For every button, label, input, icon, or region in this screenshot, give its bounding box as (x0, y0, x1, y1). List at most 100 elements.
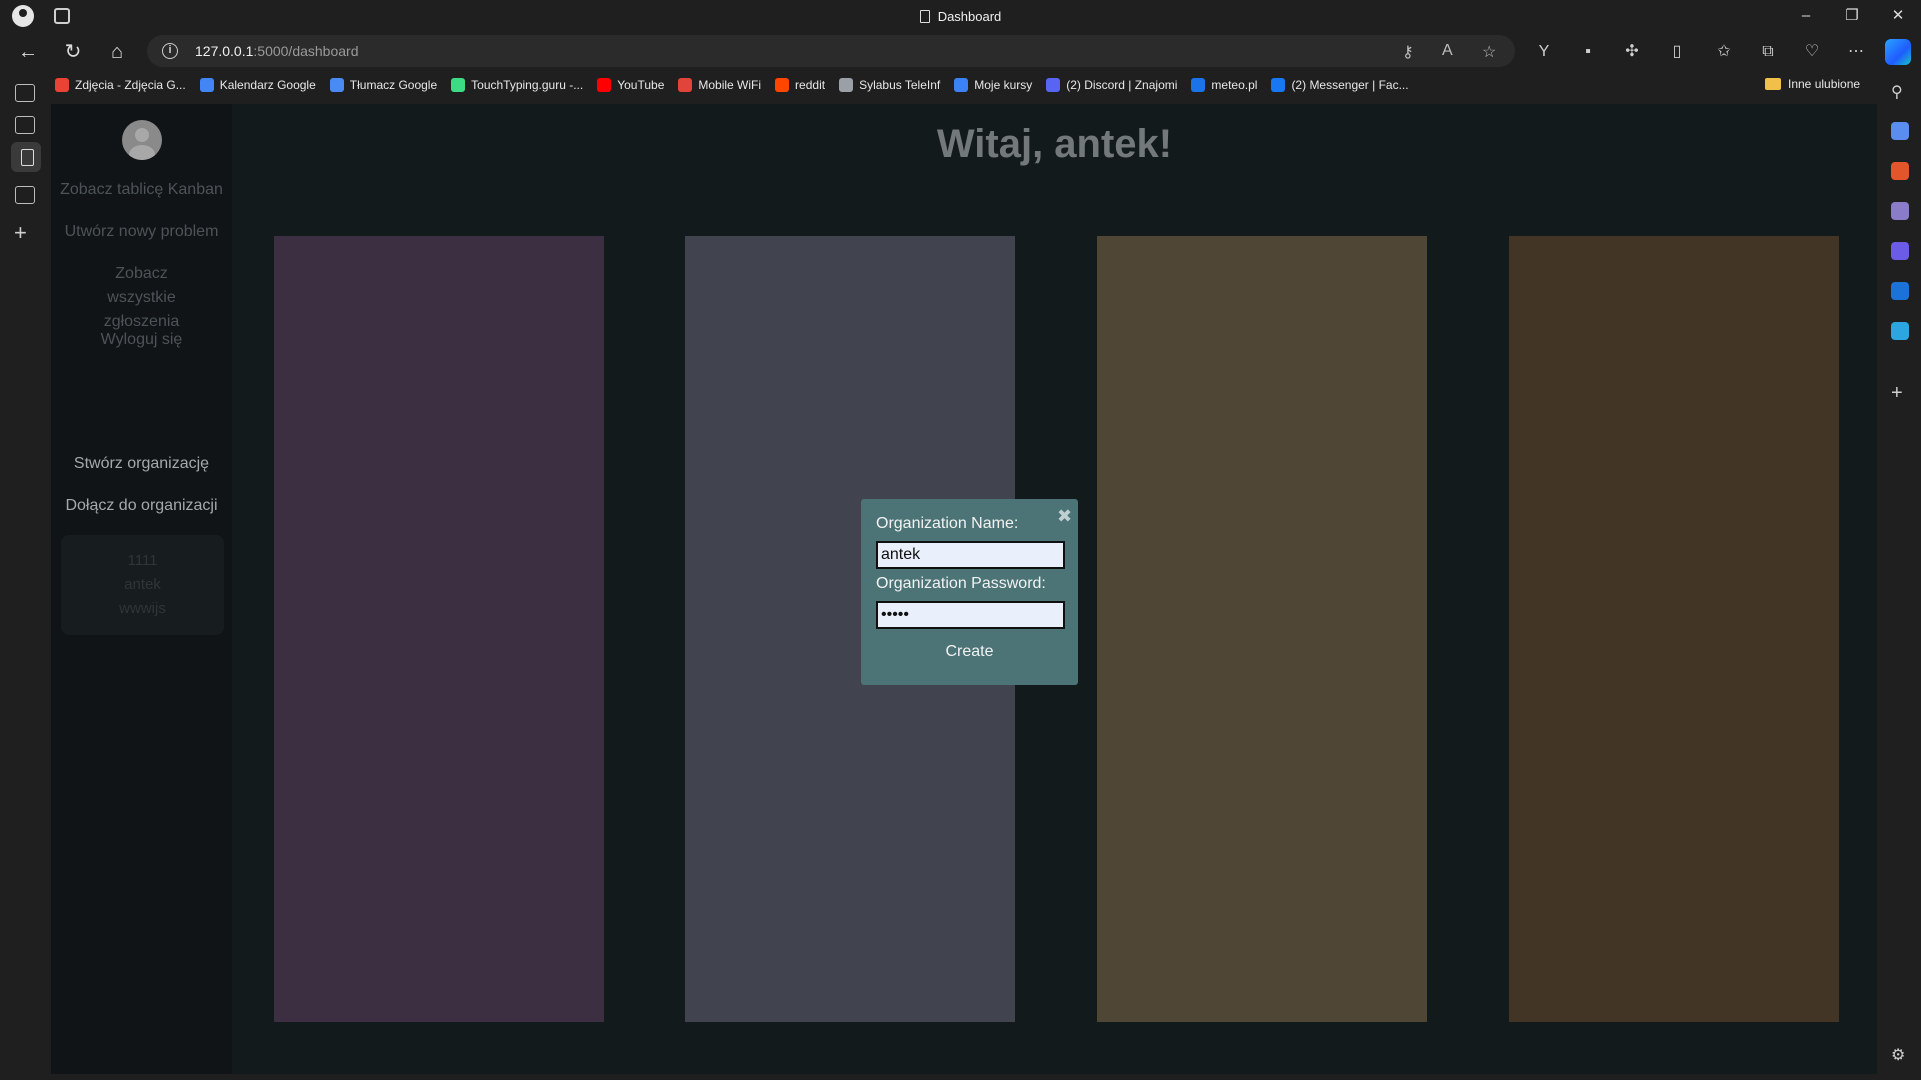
extension-y-icon[interactable]: Y (1532, 40, 1556, 64)
tab-icon[interactable] (15, 186, 35, 204)
organization-id: 1111 (127, 552, 158, 569)
new-issue-link[interactable]: Utwórz nowy problem (51, 220, 232, 244)
bookmark-item[interactable]: TouchTyping.guru -... (451, 78, 583, 92)
office-icon[interactable] (1891, 242, 1909, 260)
kanban-column (1097, 236, 1427, 1022)
bookmark-label: YouTube (617, 78, 665, 92)
tab-actions-icon[interactable] (15, 84, 35, 102)
folder-icon (1765, 78, 1781, 90)
create-organization-link[interactable]: Stwórz organizację (51, 452, 232, 476)
bookmark-item[interactable]: Mobile WiFi (678, 78, 761, 92)
bookmark-item[interactable]: (2) Discord | Znajomi (1046, 78, 1177, 92)
restore-button[interactable]: ❐ (1829, 0, 1875, 32)
avatar[interactable] (122, 120, 162, 160)
extensions-puzzle-icon[interactable]: ✣ (1620, 40, 1644, 64)
bookmark-favicon-icon (597, 78, 612, 92)
bookmark-label: Zdjęcia - Zdjęcia G... (75, 78, 186, 92)
active-tab-icon[interactable] (11, 142, 41, 172)
window-title: Dashboard (0, 9, 1921, 24)
bookmark-favicon-icon (678, 78, 693, 92)
bookmark-favicon-icon (839, 78, 854, 92)
copilot-icon[interactable] (1885, 39, 1911, 65)
favorites-icon[interactable]: ✩ (1712, 40, 1736, 64)
browser-essentials-icon[interactable]: ♡ (1800, 40, 1824, 64)
bookmark-item[interactable]: YouTube (597, 78, 664, 92)
new-tab-icon[interactable]: + (14, 220, 27, 246)
more-menu-icon[interactable]: ⋯ (1844, 40, 1868, 64)
page-title: Witaj, antek! (936, 122, 1173, 166)
organization-name-input[interactable]: antek (876, 541, 1065, 569)
bookmark-favicon-icon (1046, 78, 1061, 92)
split-screen-icon[interactable]: ▯ (1665, 40, 1689, 64)
bookmark-item[interactable]: Zdjęcia - Zdjęcia G... (55, 78, 186, 92)
bookmark-favicon-icon (329, 78, 344, 92)
bookmark-favicon-icon (1271, 78, 1286, 92)
bookmark-favicon-icon (199, 78, 214, 92)
bookmark-item[interactable]: reddit (775, 78, 825, 92)
document-icon (919, 10, 930, 23)
bookmark-label: reddit (795, 78, 826, 92)
bookmark-item[interactable]: Sylabus TeleInf (839, 78, 940, 92)
organization-code: wwwijs (119, 600, 166, 617)
settings-gear-icon[interactable]: ⚙ (1891, 1045, 1909, 1064)
telegram-icon[interactable] (1891, 322, 1909, 340)
reload-icon[interactable]: ↻ (60, 39, 86, 65)
join-organization-link[interactable]: Dołącz do organizacji (51, 494, 232, 518)
site-info-icon[interactable]: i (162, 43, 178, 59)
url-text[interactable]: 127.0.0.1:5000/dashboard (195, 43, 358, 59)
organization-password-label: Organization Password: (876, 575, 1046, 592)
bookmark-label: Tłumacz Google (349, 78, 438, 92)
bookmark-item[interactable]: Moje kursy (954, 78, 1032, 92)
bookmark-label: Kalendarz Google (219, 78, 316, 92)
create-organization-modal: ✖ Organization Name: antek Organization … (861, 499, 1078, 685)
collections-icon[interactable]: ⧉ (1756, 40, 1780, 64)
vertical-tabs-strip: + (0, 84, 50, 1080)
bookmark-favicon-icon (1191, 78, 1206, 92)
bookmark-label: (2) Messenger | Fac... (1291, 78, 1409, 92)
bookmark-favicon-icon (775, 78, 790, 92)
bookmark-item[interactable]: meteo.pl (1191, 78, 1257, 92)
all-tickets-link[interactable]: Zobacz wszystkie zgłoszenia (51, 262, 232, 334)
shopping-icon[interactable] (1891, 122, 1909, 140)
add-sidebar-app-icon[interactable]: + (1891, 383, 1909, 403)
key-icon[interactable]: ⚷ (1402, 42, 1414, 62)
bookmark-label: Moje kursy (974, 78, 1033, 92)
extension-icon[interactable]: ▪ (1576, 40, 1600, 64)
tab-icon[interactable] (15, 116, 35, 134)
outlook-icon[interactable] (1891, 282, 1909, 300)
organization-name-label: Organization Name: (876, 515, 1019, 532)
organization-password-input[interactable]: ••••• (876, 601, 1065, 629)
minimize-button[interactable]: – (1783, 0, 1829, 32)
bookmark-favicon-icon (451, 78, 466, 92)
bookmark-label: (2) Discord | Znajomi (1066, 78, 1178, 92)
kanban-column (274, 236, 604, 1022)
edge-sidebar: ⚲ + ⚙ (1880, 72, 1921, 1080)
logout-link[interactable]: Wyloguj się (51, 328, 232, 352)
kanban-column (1509, 236, 1839, 1022)
page-viewport: Zobacz tablicę Kanban Utwórz nowy proble… (51, 104, 1877, 1074)
title-bar: Dashboard – ❐ ✕ (0, 0, 1921, 32)
bookmark-label: TouchTyping.guru -... (471, 78, 584, 92)
bookmark-item[interactable]: (2) Messenger | Fac... (1271, 78, 1409, 92)
bookmark-label: Sylabus TeleInf (859, 78, 941, 92)
other-favorites-folder[interactable]: Inne ulubione (1765, 77, 1860, 91)
create-button[interactable]: Create (945, 643, 993, 661)
search-icon[interactable]: ⚲ (1891, 82, 1909, 101)
home-icon[interactable]: ⌂ (104, 39, 130, 65)
app-sidebar: Zobacz tablicę Kanban Utwórz nowy proble… (51, 104, 232, 1074)
organization-card[interactable]: 1111 antek wwwijs (61, 535, 224, 635)
bookmark-label: Mobile WiFi (698, 78, 762, 92)
bookmark-label: meteo.pl (1211, 78, 1258, 92)
back-icon[interactable]: ← (15, 39, 41, 65)
organization-owner: antek (124, 576, 161, 593)
bookmark-item[interactable]: Kalendarz Google (199, 78, 316, 92)
tools-icon[interactable] (1891, 162, 1909, 180)
kanban-board-link[interactable]: Zobacz tablicę Kanban (51, 178, 232, 202)
star-icon[interactable]: ☆ (1482, 42, 1496, 62)
bookmark-item[interactable]: Tłumacz Google (329, 78, 438, 92)
close-window-button[interactable]: ✕ (1875, 0, 1921, 32)
close-icon[interactable]: ✖ (1057, 507, 1072, 525)
address-bar[interactable]: i 127.0.0.1:5000/dashboard ⚷ A ☆ (147, 35, 1515, 67)
games-icon[interactable] (1891, 202, 1909, 220)
read-aloud-icon[interactable]: A (1442, 42, 1453, 60)
